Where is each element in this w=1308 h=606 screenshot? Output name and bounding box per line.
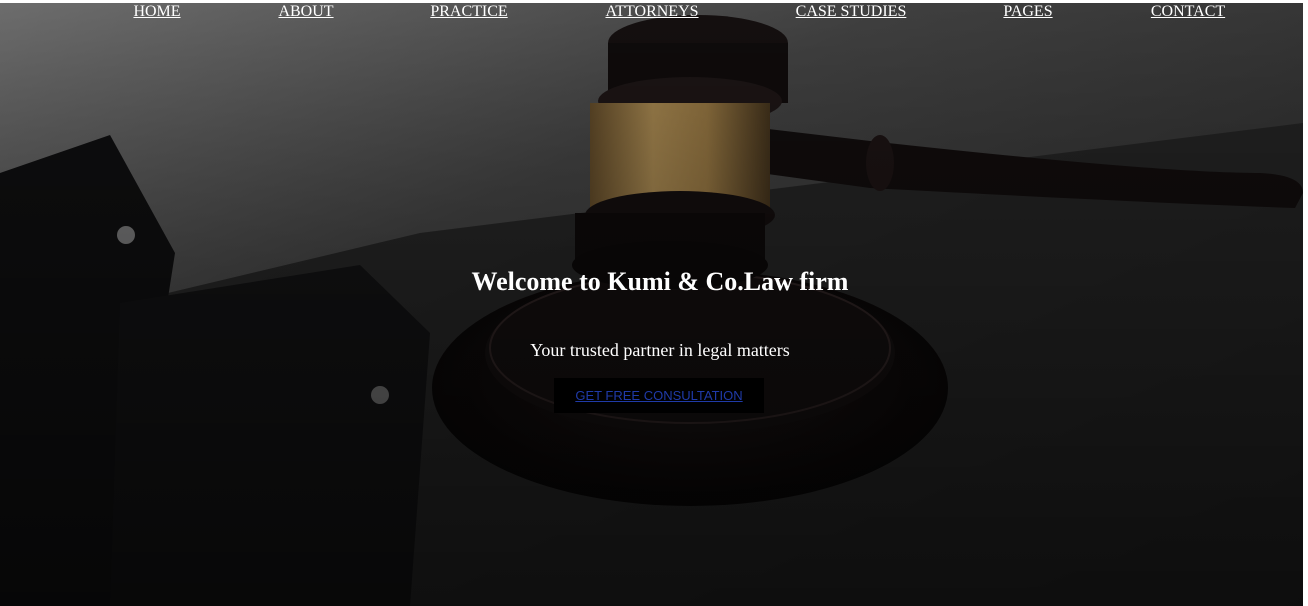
- cta-button[interactable]: GET FREE CONSULTATION: [554, 378, 764, 413]
- nav-link-contact[interactable]: CONTACT: [1151, 3, 1225, 21]
- nav-link-attorneys[interactable]: ATTORNEYS: [605, 3, 698, 21]
- main-nav: HOME ABOUT PRACTICE ATTORNEYS CASE STUDI…: [0, 3, 1303, 27]
- nav-link-practice[interactable]: PRACTICE: [430, 3, 507, 21]
- hero-section: HOME ABOUT PRACTICE ATTORNEYS CASE STUDI…: [0, 3, 1303, 606]
- nav-link-about[interactable]: ABOUT: [278, 3, 333, 21]
- hero-background-image: [0, 3, 1303, 606]
- gavel-illustration: [0, 3, 1303, 606]
- hero-title: Welcome to Kumi & Co.Law firm: [471, 267, 849, 296]
- hero-subtitle: Your trusted partner in legal matters: [530, 340, 790, 360]
- cta-link[interactable]: GET FREE CONSULTATION: [575, 388, 742, 403]
- nav-link-home[interactable]: HOME: [133, 3, 180, 21]
- page: HOME ABOUT PRACTICE ATTORNEYS CASE STUDI…: [0, 0, 1308, 606]
- nav-link-case-studies[interactable]: CASE STUDIES: [796, 3, 907, 21]
- nav-link-pages[interactable]: PAGES: [1003, 3, 1052, 21]
